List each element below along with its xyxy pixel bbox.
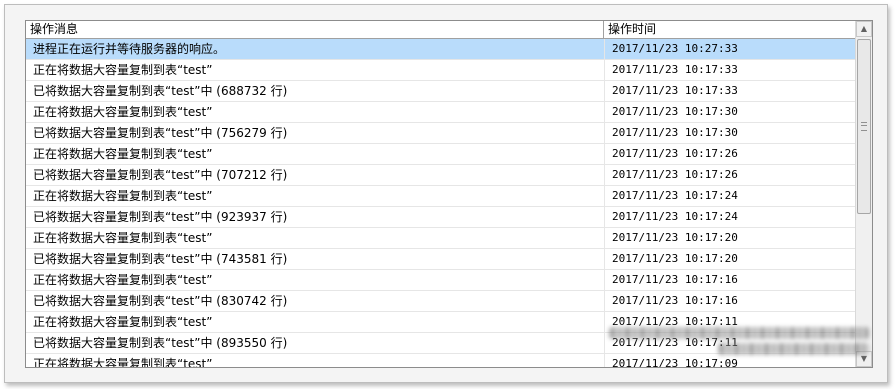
list-item[interactable]: 正在将数据大容量复制到表“test” 2017/11/23 10:17:33 bbox=[26, 60, 855, 81]
time-cell: 2017/11/23 10:17:26 bbox=[604, 144, 855, 164]
message-cell: 正在将数据大容量复制到表“test” bbox=[33, 231, 213, 245]
list-item[interactable]: 正在将数据大容量复制到表“test” 2017/11/23 10:17:11 bbox=[26, 312, 855, 333]
dialog-panel: 操作消息 操作时间 进程正在运行并等待服务器的响应。 2017/11/23 10:… bbox=[4, 4, 888, 383]
time-cell: 2017/11/23 10:17:30 bbox=[604, 123, 855, 143]
list-item[interactable]: 正在将数据大容量复制到表“test” 2017/11/23 10:17:30 bbox=[26, 102, 855, 123]
list-item[interactable]: 正在将数据大容量复制到表“test” 2017/11/23 10:17:16 bbox=[26, 270, 855, 291]
list-rows: 进程正在运行并等待服务器的响应。 2017/11/23 10:27:33 正在将数据… bbox=[26, 39, 855, 368]
message-cell: 正在将数据大容量复制到表“test” bbox=[33, 315, 213, 329]
time-cell: 2017/11/23 10:17:30 bbox=[604, 102, 855, 122]
list-item[interactable]: 进程正在运行并等待服务器的响应。 2017/11/23 10:27:33 bbox=[26, 39, 855, 60]
message-cell: 已将数据大容量复制到表“test”中 (756279 行) bbox=[33, 126, 288, 140]
time-cell: 2017/11/23 10:17:26 bbox=[604, 165, 855, 185]
column-header-message[interactable]: 操作消息 bbox=[26, 21, 604, 38]
message-cell: 正在将数据大容量复制到表“test” bbox=[33, 357, 213, 368]
message-cell: 正在将数据大容量复制到表“test” bbox=[33, 105, 213, 119]
time-cell: 2017/11/23 10:17:24 bbox=[604, 207, 855, 227]
scrollbar-thumb[interactable] bbox=[857, 39, 871, 214]
time-cell: 2017/11/23 10:17:09 bbox=[604, 354, 855, 367]
message-cell: 已将数据大容量复制到表“test”中 (893550 行) bbox=[33, 336, 288, 350]
list-item[interactable]: 正在将数据大容量复制到表“test” 2017/11/23 10:17:26 bbox=[26, 144, 855, 165]
list-item[interactable]: 已将数据大容量复制到表“test”中 (893550 行) 2017/11/23 … bbox=[26, 333, 855, 354]
message-cell: 已将数据大容量复制到表“test”中 (743581 行) bbox=[33, 252, 288, 266]
arrow-up-icon[interactable]: ▲ bbox=[856, 21, 872, 37]
list-item[interactable]: 已将数据大容量复制到表“test”中 (743581 行) 2017/11/23 … bbox=[26, 249, 855, 270]
time-cell: 2017/11/23 10:17:16 bbox=[604, 270, 855, 290]
message-cell: 进程正在运行并等待服务器的响应。 bbox=[33, 42, 226, 56]
list-item[interactable]: 正在将数据大容量复制到表“test” 2017/11/23 10:17:24 bbox=[26, 186, 855, 207]
message-cell: 已将数据大容量复制到表“test”中 (707212 行) bbox=[33, 168, 288, 182]
list-item[interactable]: 已将数据大容量复制到表“test”中 (923937 行) 2017/11/23 … bbox=[26, 207, 855, 228]
message-cell: 已将数据大容量复制到表“test”中 (688732 行) bbox=[33, 84, 288, 98]
message-cell: 正在将数据大容量复制到表“test” bbox=[33, 63, 213, 77]
list-item[interactable]: 已将数据大容量复制到表“test”中 (688732 行) 2017/11/23 … bbox=[26, 81, 855, 102]
message-cell: 正在将数据大容量复制到表“test” bbox=[33, 273, 213, 287]
list-item[interactable]: 已将数据大容量复制到表“test”中 (830742 行) 2017/11/23 … bbox=[26, 291, 855, 312]
list-item[interactable]: 已将数据大容量复制到表“test”中 (756279 行) 2017/11/23 … bbox=[26, 123, 855, 144]
column-header-time[interactable]: 操作时间 bbox=[604, 21, 855, 38]
arrow-down-icon[interactable]: ▼ bbox=[856, 351, 872, 367]
list-item[interactable]: 正在将数据大容量复制到表“test” 2017/11/23 10:17:20 bbox=[26, 228, 855, 249]
list-item[interactable]: 正在将数据大容量复制到表“test” 2017/11/23 10:17:09 bbox=[26, 354, 855, 368]
message-cell: 正在将数据大容量复制到表“test” bbox=[33, 189, 213, 203]
grip-icon bbox=[861, 122, 867, 131]
time-cell: 2017/11/23 10:27:33 bbox=[604, 39, 855, 59]
operation-message-list[interactable]: 操作消息 操作时间 进程正在运行并等待服务器的响应。 2017/11/23 10:… bbox=[25, 20, 873, 368]
message-cell: 已将数据大容量复制到表“test”中 (923937 行) bbox=[33, 210, 288, 224]
message-cell: 正在将数据大容量复制到表“test” bbox=[33, 147, 213, 161]
time-cell: 2017/11/23 10:17:24 bbox=[604, 186, 855, 206]
time-cell: 2017/11/23 10:17:16 bbox=[604, 291, 855, 311]
time-cell: 2017/11/23 10:17:11 bbox=[604, 333, 855, 353]
time-cell: 2017/11/23 10:17:33 bbox=[604, 81, 855, 101]
time-cell: 2017/11/23 10:17:11 bbox=[604, 312, 855, 332]
list-header: 操作消息 操作时间 bbox=[26, 21, 855, 39]
list-item[interactable]: 已将数据大容量复制到表“test”中 (707212 行) 2017/11/23 … bbox=[26, 165, 855, 186]
time-cell: 2017/11/23 10:17:33 bbox=[604, 60, 855, 80]
time-cell: 2017/11/23 10:17:20 bbox=[604, 249, 855, 269]
time-cell: 2017/11/23 10:17:20 bbox=[604, 228, 855, 248]
message-cell: 已将数据大容量复制到表“test”中 (830742 行) bbox=[33, 294, 288, 308]
vertical-scrollbar[interactable]: ▲ ▼ bbox=[855, 21, 872, 367]
